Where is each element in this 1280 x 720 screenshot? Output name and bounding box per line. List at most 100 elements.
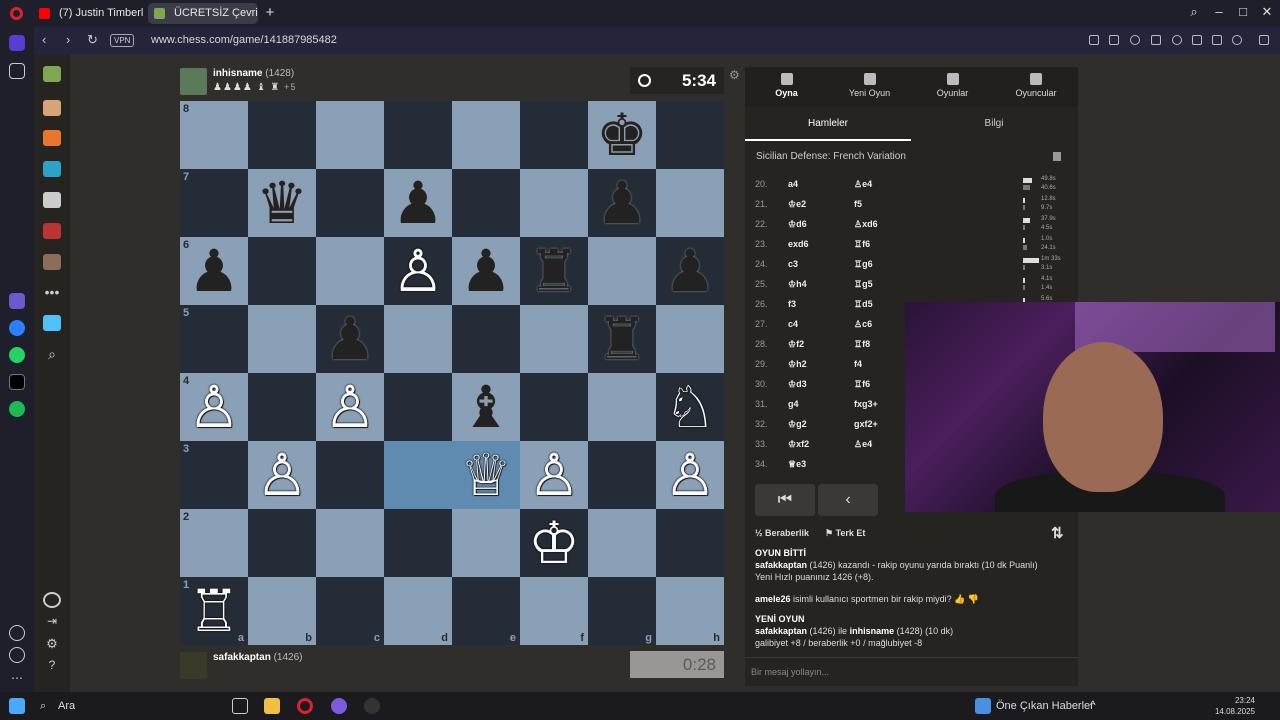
star-icon[interactable] bbox=[9, 63, 25, 79]
square-c5[interactable]: ♟ bbox=[316, 305, 384, 373]
white-move[interactable]: ♔e2 bbox=[788, 194, 806, 214]
heart-icon[interactable] bbox=[1172, 35, 1182, 45]
black-move[interactable]: ♖f8 bbox=[854, 334, 870, 354]
trash-icon[interactable] bbox=[1053, 152, 1061, 161]
news-icon[interactable] bbox=[43, 223, 61, 239]
play-hand-icon[interactable] bbox=[43, 100, 61, 116]
profile-icon[interactable] bbox=[1232, 35, 1242, 45]
flip-board-icon[interactable]: ⇅ bbox=[1051, 524, 1064, 542]
help-icon[interactable]: ? bbox=[43, 658, 61, 674]
more-icon[interactable]: ••• bbox=[43, 284, 61, 300]
square-c2[interactable] bbox=[316, 509, 384, 577]
taskbar-search[interactable]: Ara bbox=[58, 700, 75, 712]
diamond-icon[interactable] bbox=[43, 315, 61, 331]
search-tabs-icon[interactable]: ⌕ bbox=[1183, 4, 1205, 20]
more-icon[interactable]: ⋯ bbox=[9, 671, 25, 687]
piece-b7[interactable]: ♛ bbox=[248, 169, 316, 237]
square-e8[interactable] bbox=[452, 101, 520, 169]
square-g4[interactable] bbox=[588, 373, 656, 441]
vpn-badge[interactable]: VPN bbox=[110, 34, 135, 47]
black-move[interactable]: f5 bbox=[854, 194, 862, 214]
tab-info[interactable]: Bilgi bbox=[911, 107, 1077, 141]
black-move[interactable]: ♙xd6 bbox=[854, 214, 878, 234]
square-b3[interactable]: ♙ bbox=[248, 441, 316, 509]
square-c7[interactable] bbox=[316, 169, 384, 237]
clock[interactable]: 23:24 14.08.2025 bbox=[1205, 695, 1255, 717]
board-settings-icon[interactable]: ⚙ bbox=[729, 68, 740, 82]
social-icon[interactable] bbox=[43, 254, 61, 270]
play-icon[interactable] bbox=[1151, 35, 1161, 45]
camera-icon[interactable] bbox=[1109, 35, 1119, 45]
obs-taskbar-icon[interactable] bbox=[364, 698, 380, 714]
white-move[interactable]: exd6 bbox=[788, 234, 809, 254]
black-move[interactable]: ♖d5 bbox=[854, 294, 873, 314]
square-b4[interactable] bbox=[248, 373, 316, 441]
piece-g8[interactable]: ♚ bbox=[588, 101, 656, 169]
square-f6[interactable]: ♜ bbox=[520, 237, 588, 305]
resign-button[interactable]: ⚑ Terk Et bbox=[825, 528, 865, 539]
square-h1[interactable]: h bbox=[656, 577, 724, 645]
player-name[interactable]: inhisname (1428) bbox=[213, 68, 294, 79]
piece-d6[interactable]: ♙ bbox=[384, 237, 452, 305]
square-c6[interactable] bbox=[316, 237, 384, 305]
chess-logo-icon[interactable] bbox=[43, 66, 61, 82]
history-icon[interactable] bbox=[9, 647, 25, 663]
white-move[interactable]: ♔g2 bbox=[788, 414, 807, 434]
chess-board[interactable]: 8 ♚ 7 ♛ ♟ ♟ 6 ♟ ♙ ♟ ♜ ♟ 5 ♟ ♜ 4 ♙ ♙ ♝ ♘ 3 ♙ ♕ ♙ ♙ 2 ♔ 1 a ♖ b c d e f g h bbox=[180, 101, 724, 645]
prev-move-button[interactable]: ‹ bbox=[818, 484, 878, 516]
back-icon[interactable]: ‹ bbox=[42, 32, 46, 47]
edit-icon[interactable] bbox=[1089, 35, 1099, 45]
black-move[interactable]: ♙e4 bbox=[854, 174, 872, 194]
square-a7[interactable]: 7 bbox=[180, 169, 248, 237]
messenger-icon[interactable] bbox=[9, 320, 25, 336]
collapse-icon[interactable]: ⇥ bbox=[43, 614, 61, 630]
black-move[interactable]: ♖f6 bbox=[854, 374, 870, 394]
square-d6[interactable]: ♙ bbox=[384, 237, 452, 305]
black-move[interactable]: fxg3+ bbox=[854, 394, 878, 414]
piece-a4[interactable]: ♙ bbox=[180, 373, 248, 441]
square-d8[interactable] bbox=[384, 101, 452, 169]
tab-new-game[interactable]: Yeni Oyun bbox=[828, 67, 911, 107]
draw-button[interactable]: ½ Beraberlik bbox=[755, 528, 809, 538]
piece-h6[interactable]: ♟ bbox=[656, 237, 724, 305]
piece-e3[interactable]: ♕ bbox=[452, 441, 520, 509]
square-h8[interactable] bbox=[656, 101, 724, 169]
square-a6[interactable]: 6 ♟ bbox=[180, 237, 248, 305]
spotify-icon[interactable] bbox=[9, 401, 25, 417]
square-d2[interactable] bbox=[384, 509, 452, 577]
thumbs-down-icon[interactable]: 👎 bbox=[968, 594, 979, 604]
square-a1[interactable]: 1 a ♖ bbox=[180, 577, 248, 645]
piece-e4[interactable]: ♝ bbox=[452, 373, 520, 441]
black-move[interactable]: ♖g5 bbox=[854, 274, 873, 294]
square-d4[interactable] bbox=[384, 373, 452, 441]
square-d3[interactable] bbox=[384, 441, 452, 509]
square-e7[interactable] bbox=[452, 169, 520, 237]
square-a3[interactable]: 3 bbox=[180, 441, 248, 509]
square-h2[interactable] bbox=[656, 509, 724, 577]
download-icon[interactable] bbox=[1192, 35, 1202, 45]
square-a8[interactable]: 8 bbox=[180, 101, 248, 169]
square-f7[interactable] bbox=[520, 169, 588, 237]
url-field[interactable]: www.chess.com/game/141887985482 bbox=[151, 34, 337, 46]
reload-icon[interactable]: ↻ bbox=[87, 32, 98, 48]
watch-icon[interactable] bbox=[43, 192, 61, 208]
player-name[interactable]: safakkaptan (1426) bbox=[213, 652, 303, 663]
square-e3[interactable]: ♕ bbox=[452, 441, 520, 509]
white-move[interactable]: ♔xf2 bbox=[788, 434, 809, 454]
white-move[interactable]: a4 bbox=[788, 174, 798, 194]
opening-name[interactable]: Sicilian Defense: French Variation bbox=[756, 151, 906, 162]
opera-taskbar-icon[interactable] bbox=[297, 698, 313, 714]
square-b8[interactable] bbox=[248, 101, 316, 169]
square-g5[interactable]: ♜ bbox=[588, 305, 656, 373]
square-c4[interactable]: ♙ bbox=[316, 373, 384, 441]
white-move[interactable]: ♔h4 bbox=[788, 274, 807, 294]
square-f3[interactable]: ♙ bbox=[520, 441, 588, 509]
square-b7[interactable]: ♛ bbox=[248, 169, 316, 237]
square-f8[interactable] bbox=[520, 101, 588, 169]
square-h5[interactable] bbox=[656, 305, 724, 373]
black-move[interactable]: gxf2+ bbox=[854, 414, 878, 434]
square-b2[interactable] bbox=[248, 509, 316, 577]
piece-f6[interactable]: ♜ bbox=[520, 237, 588, 305]
square-e4[interactable]: ♝ bbox=[452, 373, 520, 441]
heart-icon[interactable] bbox=[9, 625, 25, 641]
